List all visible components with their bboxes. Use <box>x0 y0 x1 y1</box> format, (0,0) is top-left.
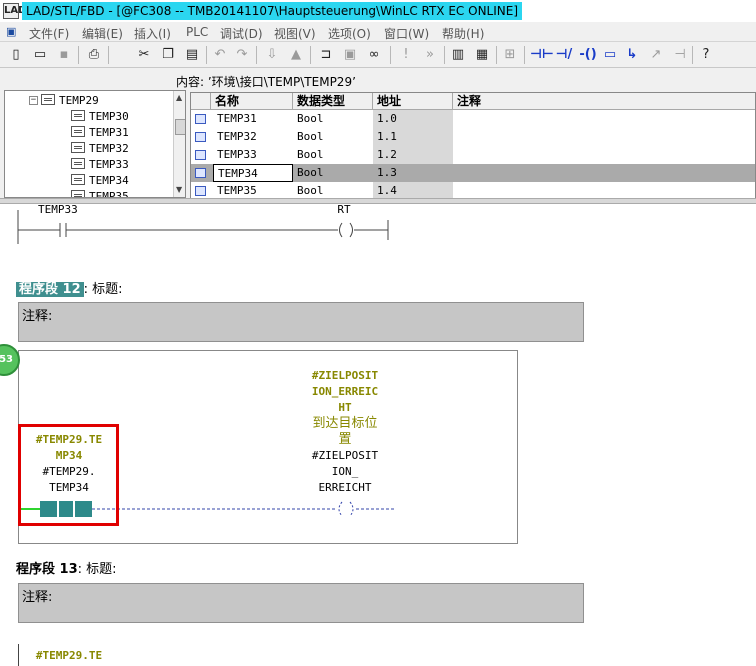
menu-plc[interactable]: PLC <box>186 25 208 39</box>
variable-icon <box>195 168 206 178</box>
print-icon[interactable]: ⎙ <box>84 45 104 65</box>
network-12-title[interactable]: 程序段 12: 标题: <box>16 278 123 297</box>
column-header-comment[interactable]: 注释 <box>453 93 755 110</box>
network-13-title[interactable]: 程序段 13: 标题: <box>16 558 117 577</box>
variable-icon <box>195 114 206 124</box>
variable-icon <box>195 150 206 160</box>
menu-help[interactable]: 帮助(H) <box>442 25 484 42</box>
undo-icon[interactable]: ↶ <box>210 45 230 65</box>
tree-item[interactable]: TEMP30 <box>71 109 129 125</box>
toolbar: ▯ ▭ ▪ ⎙ ✂ ❐ ▤ ↶ ↷ ⇩ ▲ ⊐ ▣ ∞ ! » ▥ ▦ ⊞ ⊣⊢… <box>0 42 756 82</box>
zoom-icon[interactable]: ▦ <box>472 45 492 65</box>
tree-item[interactable]: TEMP34 <box>71 173 129 189</box>
download-icon[interactable]: ⇩ <box>262 45 282 65</box>
tree-scrollbar[interactable]: ▲ ▼ <box>173 91 185 197</box>
breakpoint-icon[interactable]: ! <box>396 45 416 65</box>
variable-icon <box>71 158 85 169</box>
print-preview-icon[interactable]: ▣ <box>340 45 360 65</box>
variable-icon <box>71 174 85 185</box>
redo-icon[interactable]: ↷ <box>232 45 252 65</box>
menu-debug[interactable]: 调试(D) <box>220 25 263 42</box>
normally-open-contact-icon[interactable]: ⊣⊢ <box>530 45 554 65</box>
red-highlight-box <box>18 424 119 526</box>
coil-comment-line: 置 <box>338 432 352 447</box>
content-path-label: 内容: ’环境\接口\TEMP\TEMP29’ <box>176 75 356 89</box>
table-row[interactable]: TEMP33 Bool 1.2 <box>191 146 755 164</box>
cut-icon[interactable]: ✂ <box>134 45 154 65</box>
menu-view[interactable]: 视图(V) <box>274 25 316 42</box>
interface-pane: 内容: ’环境\接口\TEMP\TEMP29’ − TEMP29 TEMP30 … <box>0 68 756 199</box>
tree-item[interactable]: TEMP35 <box>71 189 129 197</box>
column-header-type[interactable]: 数据类型 <box>293 93 373 110</box>
column-header-name[interactable]: 名称 <box>211 93 293 110</box>
contact-symbol-line: #TEMP29.TE <box>35 649 103 662</box>
network-12-comment[interactable]: 注释: <box>18 302 584 342</box>
network-badge: 53 <box>0 344 20 376</box>
menu-window[interactable]: 窗口(W) <box>384 25 429 42</box>
variable-icon <box>195 186 206 196</box>
toggle-comment-icon[interactable]: ⊐ <box>316 45 336 65</box>
coil-symbol-line: #ZIELPOSIT <box>311 369 379 382</box>
scroll-up-icon[interactable]: ▲ <box>176 93 182 102</box>
branch-close-icon[interactable]: ↗ <box>646 45 666 65</box>
scroll-down-icon[interactable]: ▼ <box>176 185 182 194</box>
open-icon[interactable]: ▭ <box>30 45 50 65</box>
document-icon[interactable]: ▣ <box>6 25 20 38</box>
coil-symbol-line: ION_ERREIC <box>311 385 379 398</box>
save-icon[interactable]: ▪ <box>54 45 74 65</box>
table-row[interactable]: TEMP32 Bool 1.1 <box>191 128 755 146</box>
step-icon[interactable]: » <box>420 45 440 65</box>
menu-insert[interactable]: 插入(I) <box>134 25 171 42</box>
overview-icon[interactable]: ▥ <box>448 45 468 65</box>
title-bar: LAD LAD/STL/FBD - [@FC308 -- TMB20141107… <box>0 0 756 22</box>
menu-options[interactable]: 选项(O) <box>328 25 371 42</box>
interface-tree[interactable]: − TEMP29 TEMP30 TEMP31 TEMP32 TEMP33 TEM… <box>4 90 186 198</box>
variable-icon <box>195 132 206 142</box>
coil-operand-line[interactable]: ION_ <box>300 464 390 480</box>
variable-icon <box>71 110 85 121</box>
branch-open-icon[interactable]: ↳ <box>622 45 642 65</box>
help-pointer-icon[interactable]: ? <box>696 45 716 65</box>
ladder-editor[interactable]: TEMP33 RT 程序段 12: 标题: 注释: 53 #ZIELPOSIT … <box>0 204 756 666</box>
struct-icon <box>41 94 55 105</box>
tree-item[interactable]: TEMP32 <box>71 141 129 157</box>
app-icon: LAD <box>3 3 26 19</box>
column-header-address[interactable]: 地址 <box>373 93 453 110</box>
table-row[interactable]: TEMP35 Bool 1.4 <box>191 182 755 198</box>
coil-symbol-line: HT <box>338 401 352 414</box>
table-row-selected[interactable]: TEMP34 Bool 1.3 <box>191 164 755 182</box>
coil-comment-line: 到达目标位 <box>312 416 378 431</box>
menu-edit[interactable]: 编辑(E) <box>82 25 123 42</box>
coil-operand-line[interactable]: #ZIELPOSIT <box>300 448 390 464</box>
row-header-corner <box>191 93 211 110</box>
new-icon[interactable]: ▯ <box>6 45 26 65</box>
collapse-icon[interactable]: − <box>29 96 38 105</box>
tree-item-temp29[interactable]: − TEMP29 <box>29 93 99 109</box>
menu-file[interactable]: 文件(F) <box>29 25 69 42</box>
paste-icon[interactable]: ▤ <box>182 45 202 65</box>
power-rail <box>18 644 19 666</box>
box-icon[interactable]: ▭ <box>600 45 620 65</box>
connection-icon[interactable]: ⊣ <box>670 45 690 65</box>
tree-item[interactable]: TEMP33 <box>71 157 129 173</box>
variable-icon <box>71 190 85 197</box>
monitor-icon[interactable]: ▲ <box>286 45 306 65</box>
menu-bar: ▣ 文件(F) 编辑(E) 插入(I) PLC 调试(D) 视图(V) 选项(O… <box>0 22 756 42</box>
interface-table: 名称 数据类型 地址 注释 TEMP31 Bool 1.0 TEMP32 Boo… <box>190 92 756 199</box>
coil-icon[interactable]: -() <box>578 45 598 65</box>
copy-icon[interactable]: ❐ <box>158 45 178 65</box>
network-icon[interactable]: ⊞ <box>500 45 520 65</box>
window-title: LAD/STL/FBD - [@FC308 -- TMB20141107\Hau… <box>22 2 523 20</box>
normally-closed-contact-icon[interactable]: ⊣/⊢ <box>554 45 574 82</box>
tree-item[interactable]: TEMP31 <box>71 125 129 141</box>
table-row[interactable]: TEMP31 Bool 1.0 <box>191 110 755 128</box>
network-12-number-highlight: 程序段 12 <box>16 282 84 297</box>
glasses-icon[interactable]: ∞ <box>364 45 384 65</box>
scroll-thumb[interactable] <box>175 119 185 135</box>
network-13-comment[interactable]: 注释: <box>18 583 584 623</box>
variable-icon <box>71 142 85 153</box>
variable-icon <box>71 126 85 137</box>
prev-network-rung[interactable] <box>0 204 400 244</box>
